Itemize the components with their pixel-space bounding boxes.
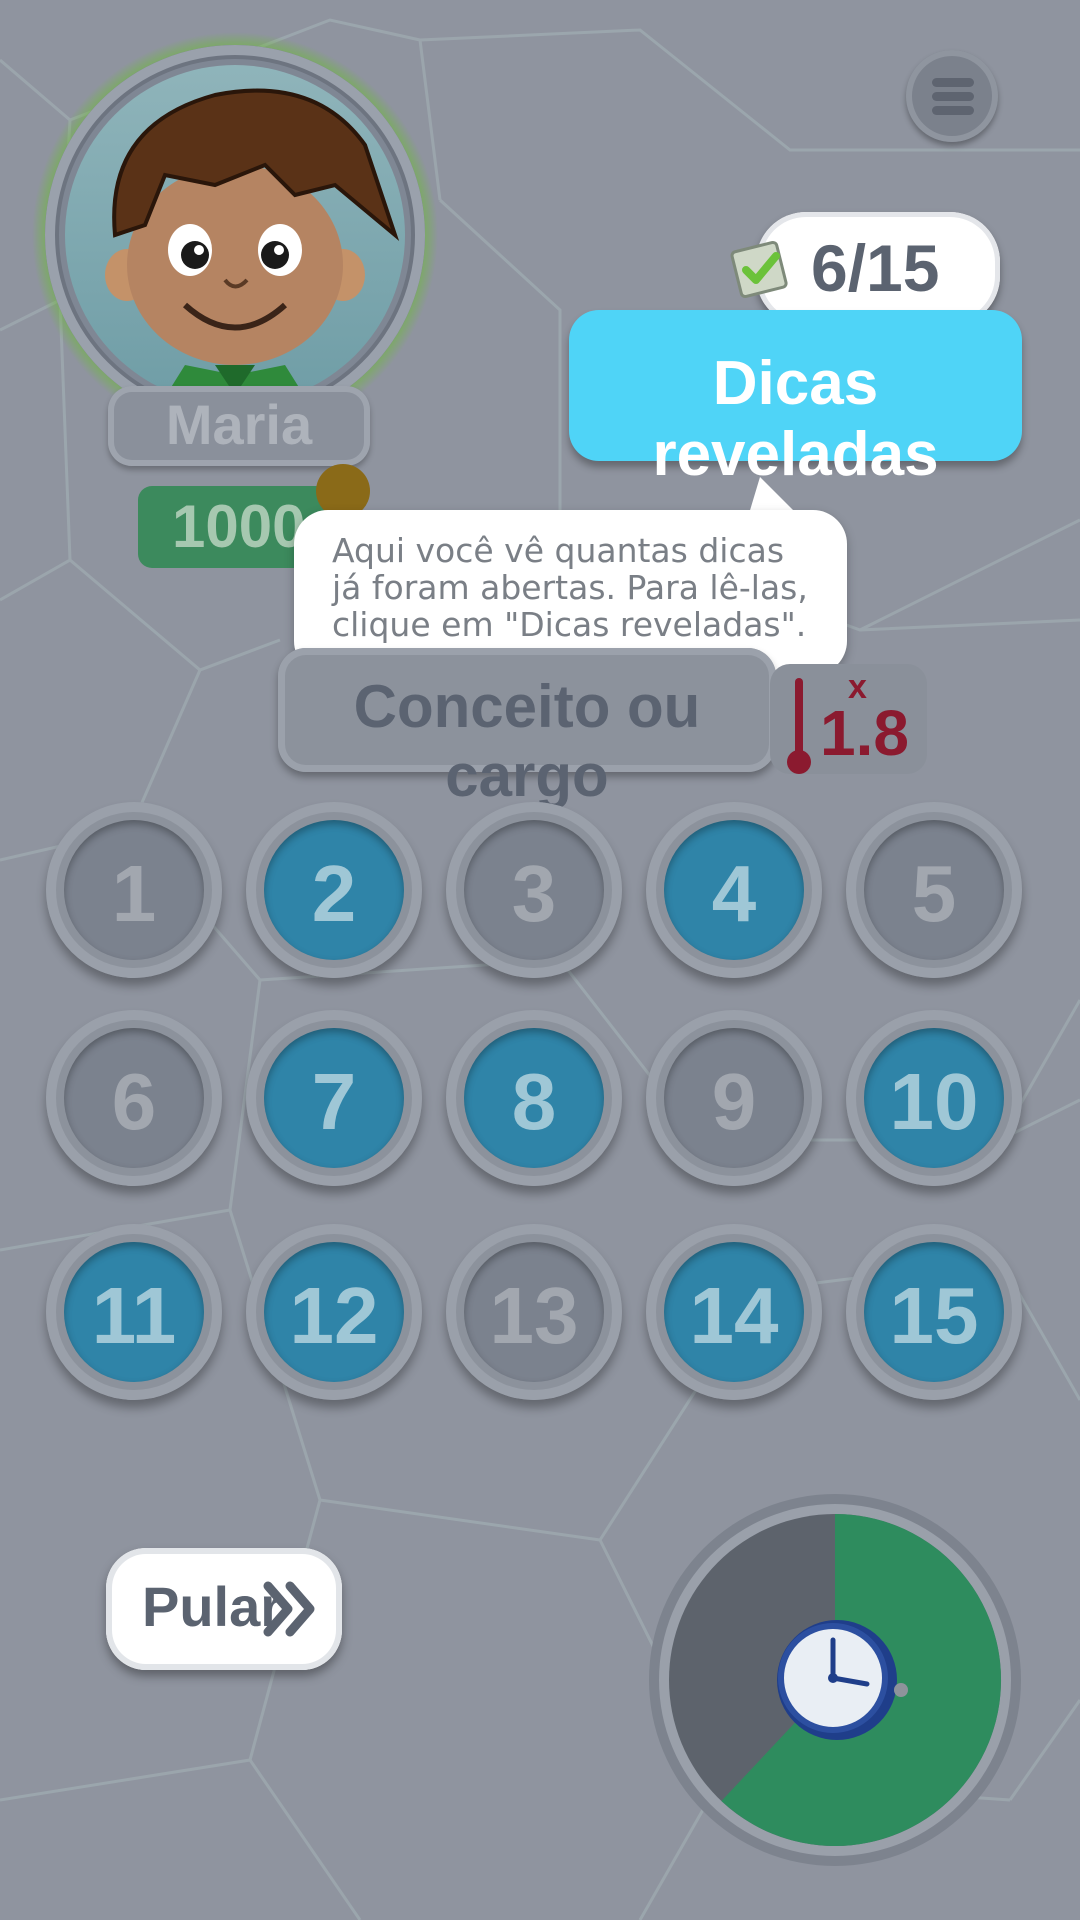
hint-button-11[interactable]: 11 [46,1224,222,1400]
double-chevron-right-icon [263,1581,315,1637]
hint-button-face: 7 [264,1028,404,1168]
hint-button-face: 10 [864,1028,1004,1168]
hint-button-13[interactable]: 13 [446,1224,622,1400]
hint-button-face: 14 [664,1242,804,1382]
hint-button-face: 6 [64,1028,204,1168]
hint-button-face: 9 [664,1028,804,1168]
hint-number: 9 [711,1057,757,1146]
checklist-icon [730,240,788,299]
menu-button[interactable] [906,50,998,142]
hint-button-face: 2 [264,820,404,960]
hint-button-face: 11 [64,1242,204,1382]
hint-button-2[interactable]: 2 [246,802,422,978]
hint-number: 6 [111,1057,157,1146]
player-score: 1000 [172,493,306,560]
hint-button-7[interactable]: 7 [246,1010,422,1186]
avatar-frame [45,45,425,425]
hint-button-face: 5 [864,820,1004,960]
category-plate: Conceito ou cargo [278,648,776,809]
hint-button-face: 13 [464,1242,604,1382]
hint-number: 11 [91,1271,177,1360]
hint-button-4[interactable]: 4 [646,802,822,978]
boy-character-icon [105,88,400,405]
hint-button-face: 8 [464,1028,604,1168]
thermometer-icon [787,678,811,774]
hint-number: 3 [511,849,557,938]
hint-button-1[interactable]: 1 [46,802,222,978]
hint-button-10[interactable]: 10 [846,1010,1022,1186]
hint-number: 12 [289,1271,379,1360]
hint-number: 1 [111,849,157,938]
hint-button-face: 4 [664,820,804,960]
skip-button[interactable]: Pular [106,1548,342,1670]
hint-button-face: 15 [864,1242,1004,1382]
hint-button-5[interactable]: 5 [846,802,1022,978]
round-timer [649,1494,1021,1866]
hint-button-12[interactable]: 12 [246,1224,422,1400]
revealed-hints-button[interactable]: Dicas reveladas [569,310,1022,489]
hint-number: 4 [711,849,757,938]
hint-button-8[interactable]: 8 [446,1010,622,1186]
hint-button-9[interactable]: 9 [646,1010,822,1186]
hint-number: 13 [489,1271,579,1360]
player-name: Maria [165,393,313,456]
multiplier-value: 1.8 [820,697,909,769]
hint-number: 8 [511,1057,557,1146]
hint-button-3[interactable]: 3 [446,802,622,978]
hint-number: 7 [311,1057,357,1146]
tooltip-text: Aqui você vê quantas dicas já foram aber… [332,531,808,644]
category-label: Conceito ou cargo [353,673,701,809]
hint-button-6[interactable]: 6 [46,1010,222,1186]
hint-number: 15 [889,1271,979,1360]
hint-button-face: 1 [64,820,204,960]
player-name-plate: Maria [108,386,370,466]
hint-button-15[interactable]: 15 [846,1224,1022,1400]
hints-counter-text: 6/15 [811,231,940,305]
hint-number: 2 [311,849,357,938]
hint-button-14[interactable]: 14 [646,1224,822,1400]
hint-number: 10 [889,1057,979,1146]
hint-button-face: 3 [464,820,604,960]
hint-number: 14 [689,1271,779,1360]
hint-button-face: 12 [264,1242,404,1382]
hint-number: 5 [911,849,957,938]
avatar-portrait [65,65,405,405]
revealed-hints-label: Dicas reveladas [652,349,939,489]
player-avatar [30,30,440,440]
